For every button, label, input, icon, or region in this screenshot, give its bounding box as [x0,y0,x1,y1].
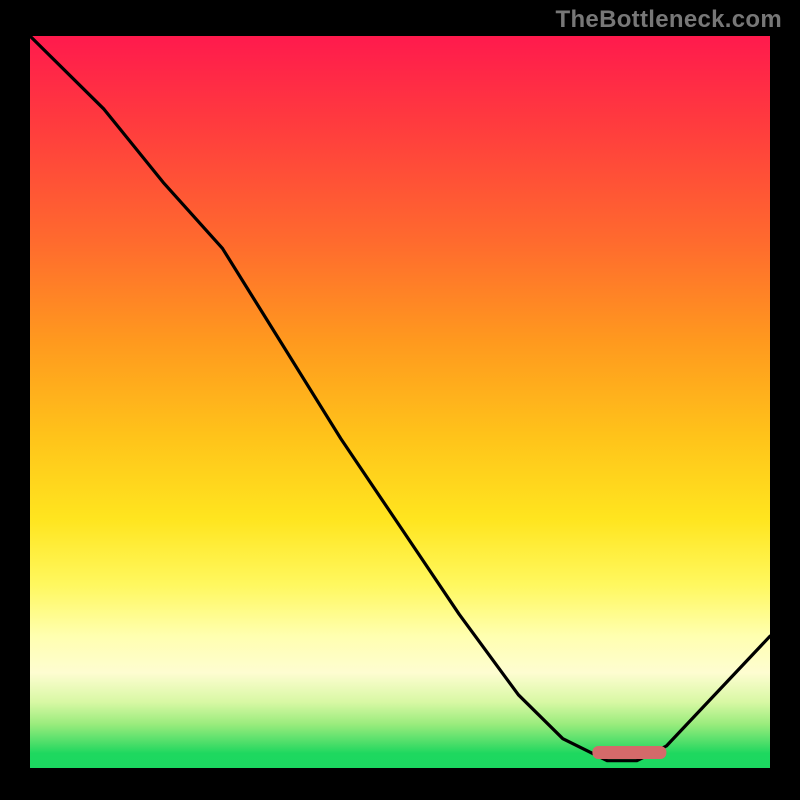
bottleneck-curve [30,36,770,761]
chart-overlay [30,36,770,768]
plot-area [30,36,770,768]
watermark-text: TheBottleneck.com [556,6,782,34]
chart-container: TheBottleneck.com [0,0,800,800]
optimal-range-marker [592,746,666,759]
